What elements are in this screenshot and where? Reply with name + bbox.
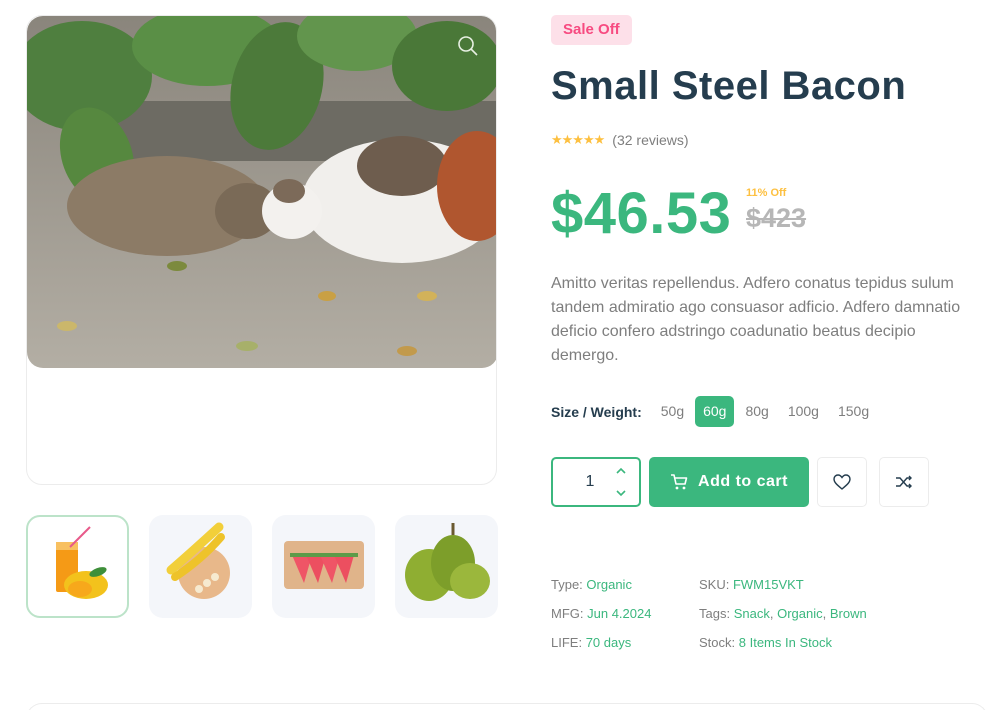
chevron-up-icon[interactable] xyxy=(611,463,631,479)
meta-stock: Stock: 8 Items In Stock xyxy=(699,635,832,650)
size-option-150g[interactable]: 150g xyxy=(830,396,877,427)
product-rating: ★★★★★ (32 reviews) xyxy=(551,131,689,149)
compare-button[interactable] xyxy=(879,457,929,507)
current-price: $46.53 xyxy=(551,181,732,246)
quantity-stepper xyxy=(551,457,641,507)
sku-value: FWM15VKT xyxy=(732,577,804,592)
main-product-image[interactable] xyxy=(27,16,496,368)
sale-badge: Sale Off xyxy=(551,15,632,45)
add-to-cart-label: Add to cart xyxy=(698,473,788,490)
size-option-60g[interactable]: 60g xyxy=(695,396,735,427)
stock-label: Stock: xyxy=(699,635,736,650)
life-label: LIFE: xyxy=(551,635,583,650)
tag-link[interactable]: Organic xyxy=(777,606,823,621)
stock-value: 8 Items In Stock xyxy=(738,635,832,650)
tags-label: Tags: xyxy=(699,606,731,621)
life-value: 70 days xyxy=(585,635,632,650)
meta-life: LIFE: 70 days xyxy=(551,635,631,650)
heart-icon xyxy=(833,474,851,490)
cart-icon xyxy=(671,474,688,490)
wishlist-button[interactable] xyxy=(817,457,867,507)
size-label: Size / Weight: xyxy=(551,403,642,420)
thumbnail-strip xyxy=(26,515,498,618)
rating-stars-icon: ★★★★★ xyxy=(551,132,605,147)
thumbnail-bananas[interactable] xyxy=(149,515,252,618)
product-description: Amitto veritas repellendus. Adfero conat… xyxy=(551,275,961,364)
size-selector: Size / Weight: 50g 60g 80g 100g 150g xyxy=(551,396,877,427)
main-image-frame xyxy=(26,15,497,485)
quantity-input[interactable] xyxy=(573,471,607,493)
product-title: Small Steel Bacon xyxy=(551,64,907,108)
zoom-icon[interactable] xyxy=(456,34,480,58)
meta-type: Type: Organic xyxy=(551,577,632,592)
size-option-80g[interactable]: 80g xyxy=(737,396,776,427)
thumbnail-watermelon[interactable] xyxy=(272,515,375,618)
add-to-cart-button[interactable]: Add to cart xyxy=(649,457,809,507)
type-value-link[interactable]: Organic xyxy=(586,577,632,592)
chevron-down-icon[interactable] xyxy=(611,485,631,501)
discount-label: 11% Off xyxy=(746,187,787,199)
thumbnail-durian[interactable] xyxy=(395,515,498,618)
tabs-panel-edge xyxy=(26,703,988,710)
meta-mfg: MFG: Jun 4.2024 xyxy=(551,606,651,621)
mfg-value: Jun 4.2024 xyxy=(587,606,652,621)
sku-label: SKU: xyxy=(699,577,730,592)
thumbnail-juice-mango[interactable] xyxy=(26,515,129,618)
tag-link[interactable]: Snack xyxy=(734,606,770,621)
type-label: Type: xyxy=(551,577,583,592)
meta-sku: SKU: FWM15VKT xyxy=(699,577,804,592)
size-option-50g[interactable]: 50g xyxy=(653,396,692,427)
tag-link[interactable]: Brown xyxy=(830,606,867,621)
reviews-link[interactable]: (32 reviews) xyxy=(612,132,688,148)
meta-tags: Tags: Snack, Organic, Brown xyxy=(699,606,867,621)
mfg-label: MFG: xyxy=(551,606,584,621)
old-price: $423 xyxy=(746,203,807,233)
size-option-100g[interactable]: 100g xyxy=(780,396,827,427)
shuffle-icon xyxy=(896,475,912,489)
